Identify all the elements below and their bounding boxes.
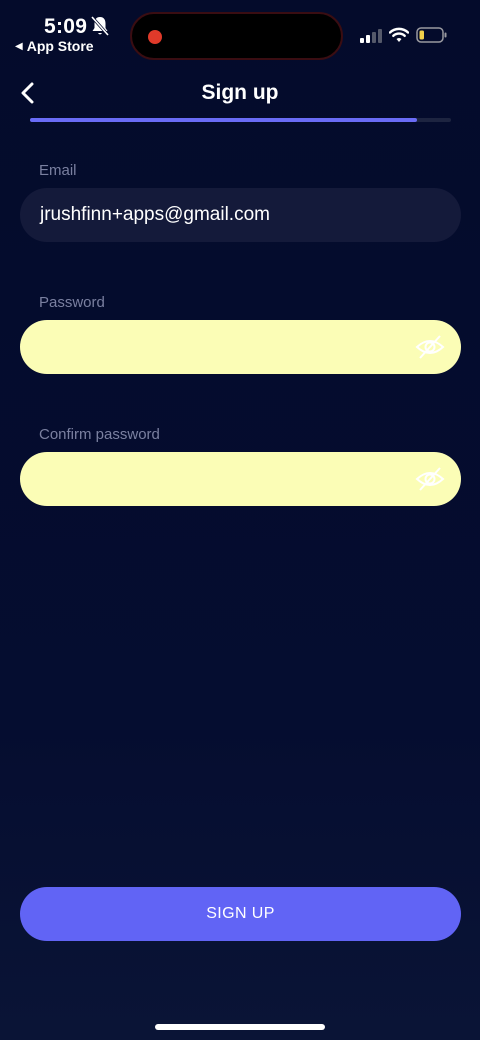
email-label: Email <box>39 162 77 179</box>
battery-low-icon <box>416 27 447 43</box>
page-title: Sign up <box>201 81 279 104</box>
recording-indicator-icon <box>148 30 162 44</box>
email-field[interactable]: jrushfinn+apps@gmail.com <box>20 188 461 242</box>
password-field[interactable] <box>20 320 461 374</box>
cellular-signal-icon <box>360 29 382 43</box>
home-indicator[interactable] <box>155 1024 325 1030</box>
confirm-password-label: Confirm password <box>39 426 160 443</box>
signup-progress-bar <box>30 118 451 122</box>
status-bar: 5:09 ◀ App Store <box>0 0 480 66</box>
password-label: Password <box>39 294 105 311</box>
back-to-app-store[interactable]: ◀ App Store <box>15 38 94 54</box>
eye-off-icon[interactable] <box>415 465 445 493</box>
sign-up-button[interactable]: SIGN UP <box>20 887 461 941</box>
dynamic-island <box>130 12 343 60</box>
navigation-bar: Sign up <box>0 70 480 116</box>
status-time: 5:09 <box>44 15 88 38</box>
bell-muted-icon <box>90 16 110 36</box>
back-triangle-icon: ◀ <box>15 40 23 52</box>
back-app-label: App Store <box>26 38 94 54</box>
email-value: jrushfinn+apps@gmail.com <box>40 204 270 225</box>
wifi-icon <box>389 27 409 42</box>
progress-fill <box>30 118 418 122</box>
eye-off-icon[interactable] <box>415 333 445 361</box>
confirm-password-field[interactable] <box>20 452 461 506</box>
